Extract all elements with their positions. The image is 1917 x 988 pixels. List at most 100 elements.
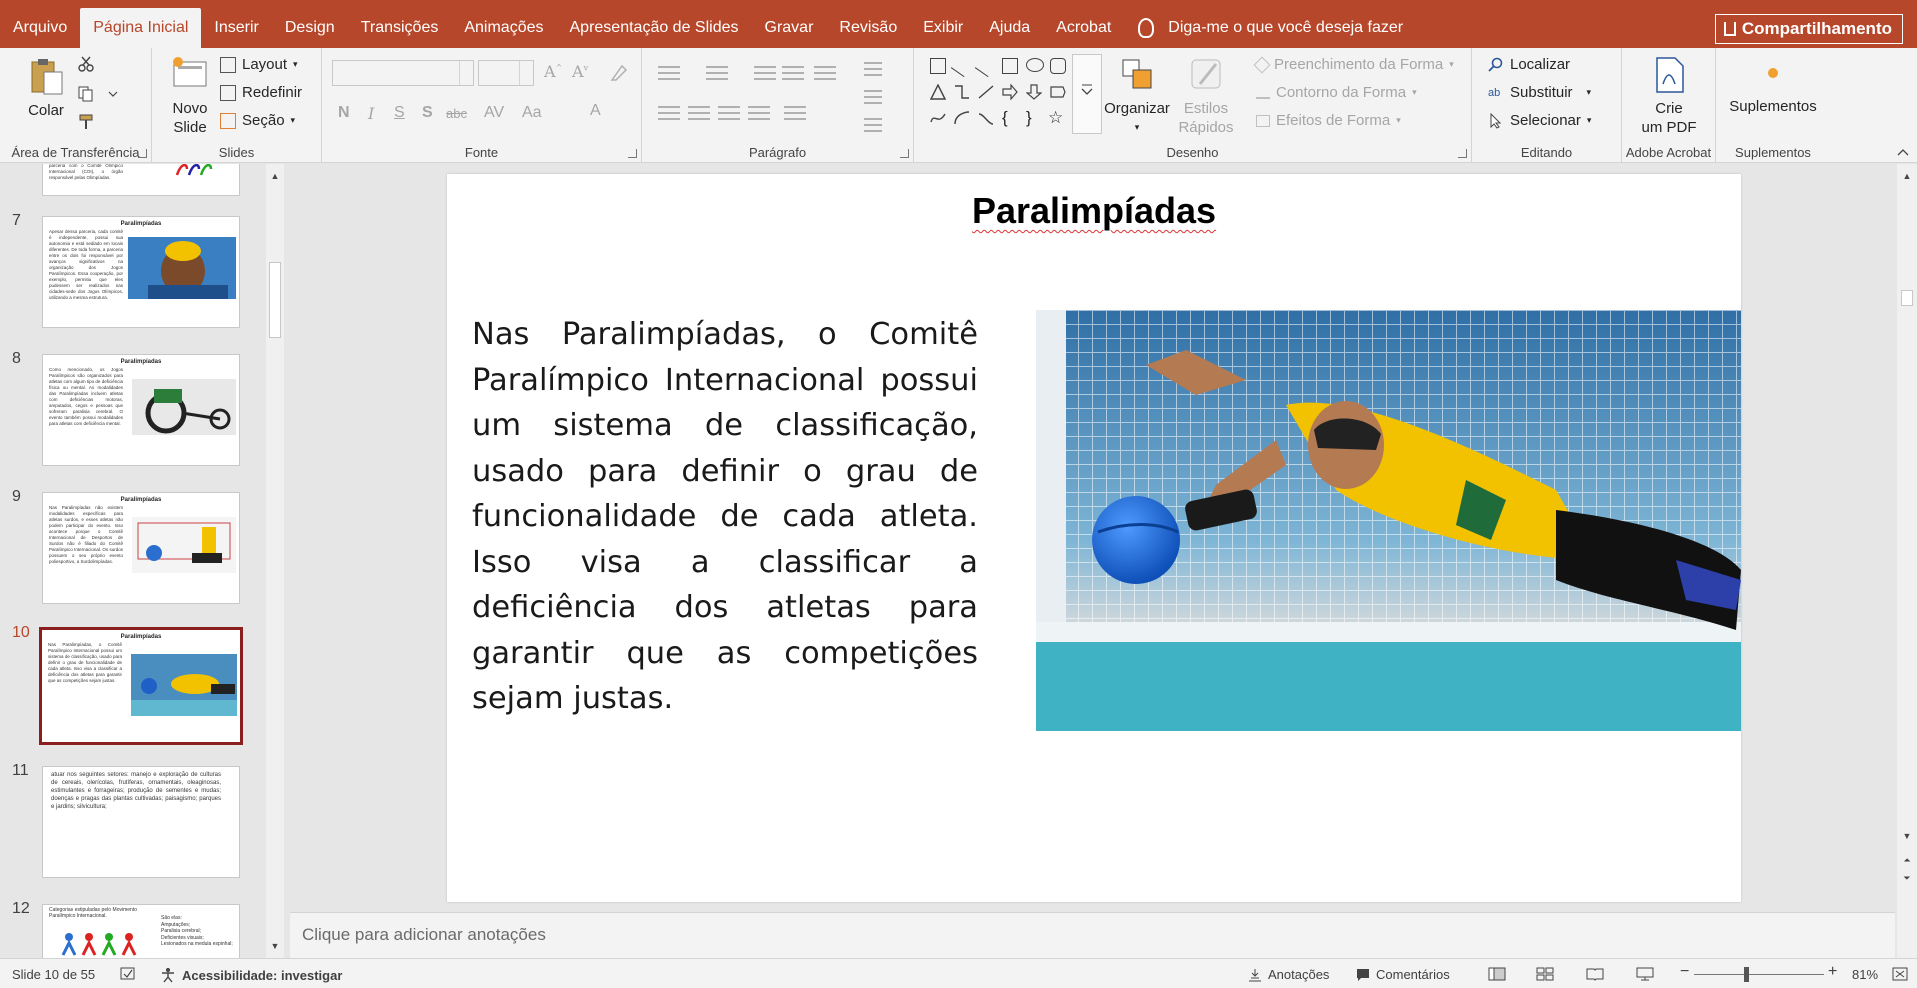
- oval-shape-icon[interactable]: [1026, 58, 1044, 72]
- reset-button[interactable]: Redefinir: [220, 84, 302, 101]
- tab-inserir[interactable]: Inserir: [201, 0, 271, 48]
- elbow-connector-icon[interactable]: [954, 84, 970, 100]
- tab-transicoes[interactable]: Transições: [348, 0, 452, 48]
- arrow-shape-icon[interactable]: [974, 54, 998, 78]
- section-button[interactable]: Seção ▾: [220, 112, 295, 129]
- zoom-slider-knob[interactable]: [1744, 967, 1749, 982]
- select-button[interactable]: Selecionar ▾: [1488, 112, 1591, 129]
- addins-button[interactable]: Suplementos: [1720, 62, 1826, 116]
- left-brace-icon[interactable]: {: [1002, 108, 1018, 127]
- shrink-font-icon[interactable]: Av: [572, 62, 588, 81]
- right-arrow-shape-icon[interactable]: [1002, 83, 1018, 101]
- goalball-athlete-image[interactable]: [1036, 310, 1741, 731]
- zoom-out-icon[interactable]: −: [1680, 963, 1689, 981]
- clear-format-icon[interactable]: [608, 64, 628, 82]
- shape-fill-button[interactable]: Preenchimento da Forma ▾: [1253, 56, 1454, 73]
- curved-connector-icon[interactable]: [978, 84, 994, 100]
- align-right-icon[interactable]: [718, 106, 740, 120]
- right-brace-icon[interactable]: }: [1026, 108, 1042, 127]
- zoom-slider-track[interactable]: [1694, 974, 1824, 975]
- slide-thumbnail-6[interactable]: parceria com o Comitê Olímpico Internaci…: [42, 164, 240, 196]
- next-slide-icon[interactable]: ⏷: [1901, 872, 1913, 884]
- align-center-icon[interactable]: [688, 106, 710, 120]
- paragraph-launcher-icon[interactable]: [900, 149, 909, 158]
- shape-effects-button[interactable]: Efeitos de Forma ▾: [1256, 112, 1401, 129]
- slide-thumbnail-12[interactable]: Categorias estipuladas pelo Movimento Pa…: [42, 904, 240, 958]
- decrease-indent-icon[interactable]: [754, 66, 776, 80]
- tab-arquivo[interactable]: Arquivo: [0, 0, 80, 48]
- arc-shape-icon[interactable]: [954, 110, 970, 126]
- curve-shape-icon[interactable]: [978, 110, 994, 126]
- slideshow-icon[interactable]: [1636, 967, 1654, 981]
- slide-thumbnail-9[interactable]: Paralimpíadas Nas Paralimpíadas não exis…: [42, 492, 240, 604]
- drawing-launcher-icon[interactable]: [1458, 149, 1467, 158]
- textbox-shape-icon[interactable]: [930, 58, 946, 74]
- line-spacing-icon[interactable]: [814, 66, 836, 80]
- tab-exibir[interactable]: Exibir: [910, 0, 976, 48]
- slide-scroll-thumb[interactable]: [1901, 290, 1913, 306]
- replace-button[interactable]: ab Substituir ▾: [1488, 84, 1591, 101]
- layout-button[interactable]: Layout ▾: [220, 56, 298, 73]
- zoom-in-icon[interactable]: +: [1828, 963, 1837, 981]
- tab-animacoes[interactable]: Animações: [451, 0, 556, 48]
- accessibility-status[interactable]: Acessibilidade: investigar: [160, 967, 342, 983]
- notes-toggle-button[interactable]: Anotações: [1248, 967, 1329, 982]
- tab-design[interactable]: Design: [272, 0, 348, 48]
- slide-body-text[interactable]: Nas Paralimpíadas, o Comitê Paralímpico …: [472, 312, 978, 722]
- chevron-down-icon[interactable]: [108, 90, 118, 98]
- bold-icon[interactable]: N: [338, 104, 350, 122]
- format-painter-icon[interactable]: [78, 114, 94, 130]
- scroll-up-icon[interactable]: ▲: [1901, 170, 1913, 182]
- tab-gravar[interactable]: Gravar: [752, 0, 827, 48]
- current-slide[interactable]: Paralimpíadas Nas Paralimpíadas, o Comit…: [447, 174, 1741, 902]
- triangle-shape-icon[interactable]: [929, 83, 947, 100]
- slide-scrollbar[interactable]: ▲ ▼ ⏶ ⏷: [1897, 164, 1917, 958]
- find-button[interactable]: Localizar: [1488, 56, 1570, 73]
- tab-revisao[interactable]: Revisão: [826, 0, 910, 48]
- previous-slide-icon[interactable]: ⏶: [1901, 854, 1913, 866]
- change-case-icon[interactable]: Aa: [522, 104, 542, 122]
- clipboard-launcher-icon[interactable]: [138, 149, 147, 158]
- quick-styles-button[interactable]: Estilos Rápidos: [1174, 54, 1238, 137]
- shadow-icon[interactable]: S: [422, 104, 433, 122]
- tell-me-search[interactable]: Diga-me o que você deseja fazer: [1138, 0, 1403, 48]
- collapse-ribbon-icon[interactable]: [1897, 148, 1909, 156]
- comments-toggle-button[interactable]: Comentários: [1356, 967, 1450, 982]
- slide-thumbnail-7[interactable]: Paralimpíadas Apesar dessa parceria, cad…: [42, 216, 240, 328]
- font-size-combo[interactable]: [478, 60, 534, 86]
- numbering-icon[interactable]: [706, 66, 728, 80]
- font-launcher-icon[interactable]: [628, 149, 637, 158]
- tab-apresentacao[interactable]: Apresentação de Slides: [557, 0, 752, 48]
- underline-icon[interactable]: S: [394, 104, 405, 122]
- shapes-more-button[interactable]: [1072, 54, 1102, 134]
- arrange-button[interactable]: Organizar ▾: [1104, 54, 1170, 137]
- share-button[interactable]: Compartilhamento: [1714, 14, 1903, 44]
- bullets-icon[interactable]: [658, 66, 680, 80]
- rectangle-shape-icon[interactable]: [1002, 58, 1018, 74]
- line-shape-icon[interactable]: [950, 54, 974, 78]
- shape-outline-button[interactable]: Contorno da Forma ▾: [1256, 84, 1417, 101]
- align-left-icon[interactable]: [658, 106, 680, 120]
- columns-icon[interactable]: [784, 106, 806, 120]
- reading-view-icon[interactable]: [1586, 967, 1604, 981]
- text-direction-icon[interactable]: [864, 62, 882, 76]
- star-shape-icon[interactable]: ☆: [1048, 108, 1064, 127]
- new-slide-button[interactable]: Novo Slide: [162, 54, 218, 137]
- char-spacing-icon[interactable]: AV: [484, 104, 504, 122]
- copy-icon[interactable]: [78, 86, 94, 102]
- justify-icon[interactable]: [748, 106, 770, 120]
- scroll-down-icon[interactable]: ▼: [269, 940, 281, 952]
- slide-thumbnail-10[interactable]: Paralimpíadas Nas Paralimpíadas, o Comit…: [39, 627, 243, 745]
- normal-view-icon[interactable]: [1488, 967, 1506, 981]
- strikethrough-icon[interactable]: abc: [446, 106, 467, 121]
- cut-icon[interactable]: [78, 56, 94, 72]
- tab-acrobat[interactable]: Acrobat: [1043, 0, 1124, 48]
- increase-indent-icon[interactable]: [782, 66, 804, 80]
- flowchart-shape-icon[interactable]: [1050, 84, 1066, 100]
- rounded-rect-shape-icon[interactable]: [1050, 58, 1066, 74]
- notes-pane[interactable]: Clique para adicionar anotações: [290, 912, 1895, 958]
- zoom-level[interactable]: 81%: [1852, 967, 1878, 982]
- thumbnail-scroll-thumb[interactable]: [269, 262, 281, 338]
- smartart-icon[interactable]: [864, 118, 882, 132]
- thumbnail-scrollbar[interactable]: ▲ ▼: [266, 164, 284, 958]
